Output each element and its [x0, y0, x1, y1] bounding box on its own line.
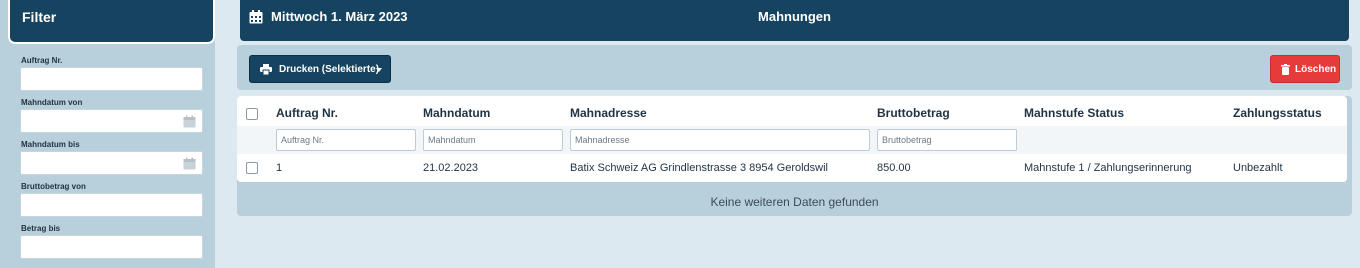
reminders-table-panel: Auftrag Nr. Mahndatum Mahnadresse Brutto… — [237, 96, 1352, 216]
page-header: Mittwoch 1. März 2023 Mahnungen — [240, 0, 1349, 41]
column-header-bruttobetrag[interactable]: Bruttobetrag — [877, 106, 950, 120]
filter-title: Filter — [22, 9, 57, 25]
column-header-auftrag[interactable]: Auftrag Nr. — [276, 106, 338, 120]
bruttobetrag-von-input[interactable] — [20, 193, 203, 217]
filter-header: Filter — [10, 0, 213, 42]
table-row[interactable]: 1 21.02.2023 Batix Schweiz AG Grindlenst… — [237, 154, 1347, 182]
column-header-mahnstufe[interactable]: Mahnstufe Status — [1024, 106, 1124, 120]
page-title: Mahnungen — [758, 9, 831, 24]
auftrag-nr-input[interactable] — [20, 67, 203, 91]
mahnadresse-filter-input[interactable] — [570, 129, 870, 151]
filter-row — [237, 126, 1347, 154]
cell-mahndatum: 21.02.2023 — [423, 162, 479, 174]
calendar-icon[interactable] — [183, 157, 196, 170]
print-button-label: Drucken (Selektierte) — [279, 64, 380, 75]
delete-button[interactable]: Löschen — [1270, 55, 1340, 83]
cell-mahnadresse: Batix Schweiz AG Grindlenstrasse 3 8954 … — [570, 162, 829, 174]
cell-mahnstufe: Mahnstufe 1 / Zahlungserinnerung — [1024, 162, 1192, 174]
mahndatum-von-label: Mahndatum von — [21, 98, 83, 107]
trash-icon — [1281, 64, 1290, 75]
betrag-bis-input[interactable] — [20, 235, 203, 259]
bruttobetrag-von-label: Bruttobetrag von — [21, 182, 86, 191]
cell-zahlungsstatus: Unbezahlt — [1233, 162, 1283, 174]
cell-auftrag: 1 — [276, 162, 283, 174]
mahndatum-bis-label: Mahndatum bis — [21, 140, 80, 149]
select-all-checkbox[interactable] — [246, 108, 258, 120]
filter-sidebar: Filter Auftrag Nr. Mahndatum von Mahndat… — [0, 0, 215, 268]
printer-icon — [260, 64, 272, 75]
toolbar: Drucken (Selektierte) Löschen — [237, 45, 1352, 90]
caret-down-icon — [376, 68, 382, 72]
column-header-zahlungsstatus[interactable]: Zahlungsstatus — [1233, 106, 1322, 120]
mahndatum-filter-input[interactable] — [423, 129, 563, 151]
calendar-icon[interactable] — [183, 115, 196, 128]
reminders-table: Auftrag Nr. Mahndatum Mahnadresse Brutto… — [237, 96, 1347, 182]
cell-bruttobetrag: 850.00 — [877, 162, 911, 174]
betrag-bis-label: Betrag bis — [21, 224, 61, 233]
print-selected-button[interactable]: Drucken (Selektierte) — [249, 55, 391, 83]
mahndatum-von-input[interactable] — [20, 109, 203, 133]
column-header-mahndatum[interactable]: Mahndatum — [423, 106, 490, 120]
auftrag-filter-input[interactable] — [276, 129, 416, 151]
bruttobetrag-filter-input[interactable] — [877, 129, 1017, 151]
no-more-data-message: Keine weiteren Daten gefunden — [710, 195, 879, 209]
column-header-mahnadresse[interactable]: Mahnadresse — [570, 106, 647, 120]
mahndatum-bis-input[interactable] — [20, 151, 203, 175]
row-checkbox[interactable] — [246, 162, 258, 174]
auftrag-nr-label: Auftrag Nr. — [21, 56, 63, 65]
delete-button-label: Löschen — [1295, 64, 1337, 75]
